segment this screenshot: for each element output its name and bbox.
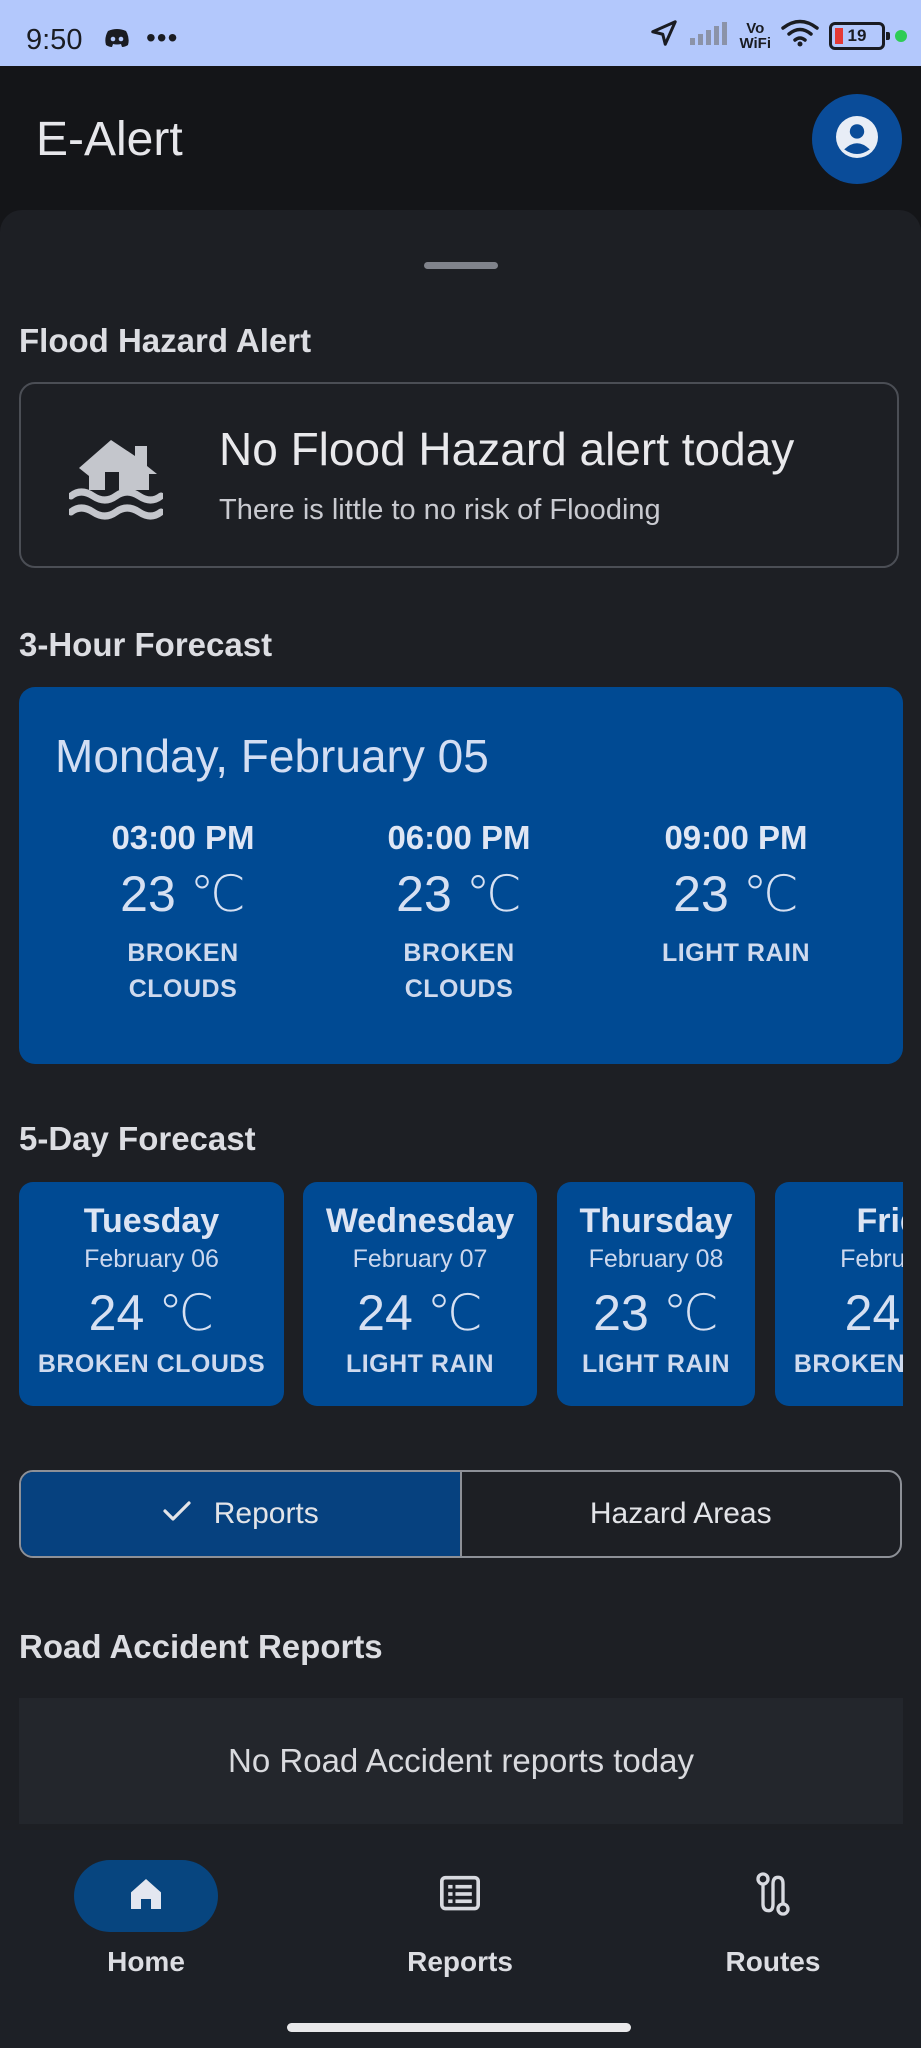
- day-date: February 09: [840, 1245, 903, 1273]
- nav-item-routes[interactable]: Routes: [673, 1860, 873, 1978]
- status-bar: 9:50 ••• Vo WiFi 19: [0, 0, 921, 66]
- three-hour-forecast-card: Monday, February 05 03:00 PM 23 ℃ BROKEN…: [19, 687, 903, 1064]
- slot-description: BROKEN CLOUDS: [127, 939, 239, 1003]
- nav-label-routes: Routes: [725, 1946, 821, 1977]
- list-alt-icon: [437, 1874, 483, 1919]
- day-card[interactable]: Tuesday February 06 24 ℃ BROKEN CLOUDS: [19, 1182, 284, 1406]
- day-temperature: 24 ℃: [844, 1285, 903, 1341]
- day-description: BROKEN CLOUDS: [793, 1350, 903, 1378]
- day-temperature: 24 ℃: [88, 1285, 215, 1341]
- day-name: Friday: [856, 1202, 903, 1240]
- day-date: February 08: [588, 1245, 724, 1273]
- accident-empty-state: No Road Accident reports today: [19, 1698, 903, 1824]
- day-name: Thursday: [579, 1202, 733, 1240]
- nav-item-reports[interactable]: Reports: [360, 1860, 560, 1978]
- slot-time: 06:00 PM: [387, 819, 531, 856]
- vowifi-line2: WiFi: [739, 34, 771, 52]
- day-description: LIGHT RAIN: [345, 1350, 495, 1378]
- accident-section-title: Road Accident Reports: [19, 1628, 383, 1665]
- content-sheet: Flood Hazard Alert No Flood Hazard alert…: [0, 210, 921, 1830]
- nav-icon-container: [388, 1860, 532, 1932]
- day-date: February 07: [352, 1245, 488, 1273]
- three-hour-section-title: 3-Hour Forecast: [19, 626, 273, 663]
- slot-time: 09:00 PM: [664, 819, 808, 856]
- battery-icon: 19: [829, 21, 890, 50]
- discord-icon: [104, 28, 130, 53]
- day-card[interactable]: Thursday February 08 23 ℃ LIGHT RAIN: [557, 1182, 755, 1406]
- home-icon: [126, 1874, 166, 1919]
- nav-icon-container: [701, 1860, 845, 1932]
- flood-alert-subtitle: There is little to no risk of Flooding: [219, 494, 661, 526]
- app-bar: E-Alert: [0, 66, 921, 210]
- forecast-slot: 09:00 PM 23 ℃ LIGHT RAIN: [626, 819, 846, 971]
- five-day-scroller[interactable]: Tuesday February 06 24 ℃ BROKEN CLOUDS W…: [19, 1182, 903, 1408]
- route-icon: [753, 1871, 793, 1921]
- flood-section-title: Flood Hazard Alert: [19, 322, 312, 359]
- nav-label-reports: Reports: [407, 1946, 513, 1977]
- location-arrow-icon: [649, 18, 679, 53]
- forecast-date: Monday, February 05: [55, 730, 489, 782]
- forecast-slot: 03:00 PM 23 ℃ BROKEN CLOUDS: [73, 819, 293, 1007]
- overflow-dots: •••: [146, 22, 179, 53]
- day-name: Wednesday: [325, 1202, 515, 1240]
- five-day-section-title: 5-Day Forecast: [19, 1120, 256, 1157]
- vowifi-indicator: Vo WiFi: [739, 21, 771, 51]
- flood-alert-title: No Flood Hazard alert today: [219, 423, 795, 475]
- account-circle-icon: [833, 113, 881, 166]
- nav-label-home: Home: [107, 1946, 185, 1977]
- tab-hazard-areas-label: Hazard Areas: [589, 1497, 772, 1530]
- slot-temperature: 23 ℃: [673, 866, 799, 922]
- wifi-icon: [781, 19, 819, 52]
- signal-icon: [689, 20, 729, 51]
- status-time: 9:50: [26, 24, 83, 56]
- privacy-dot: [895, 29, 907, 42]
- check-icon: [162, 1497, 192, 1531]
- forecast-slot: 06:00 PM 23 ℃ BROKEN CLOUDS: [349, 819, 569, 1007]
- account-button[interactable]: [812, 94, 902, 184]
- nav-item-home[interactable]: Home: [46, 1860, 246, 1978]
- report-type-toggle: Reports Hazard Areas: [19, 1470, 902, 1558]
- nav-active-indicator: [74, 1860, 218, 1932]
- slot-description: LIGHT RAIN: [661, 939, 811, 967]
- flood-alert-card: No Flood Hazard alert today There is lit…: [19, 382, 899, 568]
- day-date: February 06: [84, 1245, 219, 1273]
- day-description: LIGHT RAIN: [581, 1350, 731, 1378]
- bottom-navigation: Home Reports Routes: [0, 1830, 921, 2048]
- tab-reports-label: Reports: [213, 1497, 319, 1530]
- day-card[interactable]: Friday February 09 24 ℃ BROKEN CLOUDS: [775, 1182, 903, 1406]
- tab-hazard-areas[interactable]: Hazard Areas: [462, 1472, 901, 1556]
- day-card[interactable]: Wednesday February 07 24 ℃ LIGHT RAIN: [303, 1182, 537, 1406]
- day-temperature: 23 ℃: [593, 1285, 719, 1341]
- gesture-home-bar[interactable]: [287, 2023, 631, 2032]
- slot-temperature: 23 ℃: [120, 866, 246, 922]
- slot-temperature: 23 ℃: [396, 866, 522, 922]
- day-description: BROKEN CLOUDS: [37, 1350, 266, 1378]
- app-title: E-Alert: [36, 113, 183, 166]
- battery-level: 19: [847, 25, 867, 45]
- drag-handle[interactable]: [424, 262, 498, 269]
- slot-time: 03:00 PM: [111, 819, 255, 856]
- flooded-house-icon: [67, 432, 165, 527]
- day-name: Tuesday: [83, 1202, 220, 1240]
- tab-reports[interactable]: Reports: [21, 1472, 462, 1556]
- accident-empty-text: No Road Accident reports today: [228, 1742, 694, 1779]
- slot-description: BROKEN CLOUDS: [403, 939, 515, 1003]
- day-temperature: 24 ℃: [357, 1285, 483, 1341]
